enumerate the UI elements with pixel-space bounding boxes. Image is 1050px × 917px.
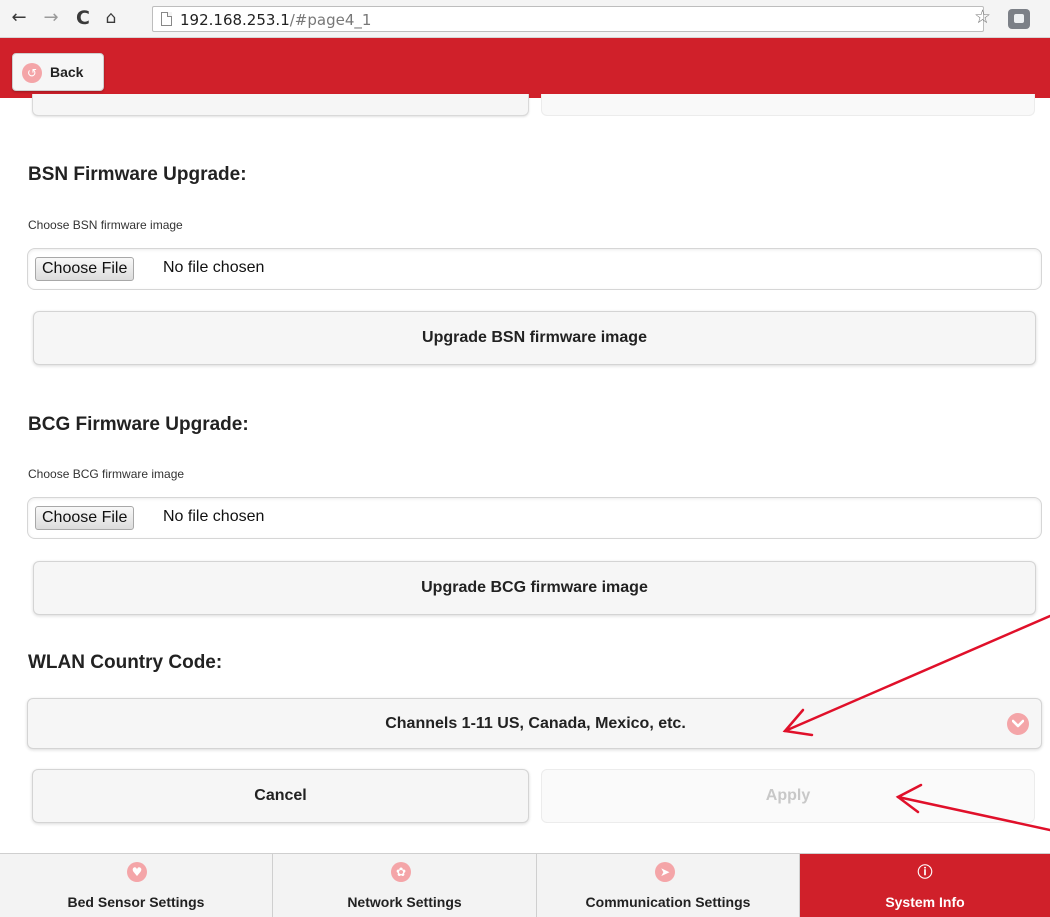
wlan-section-title: WLAN Country Code:	[28, 652, 223, 673]
tab-label: Communication Settings	[585, 894, 751, 910]
extension-icon[interactable]	[1008, 9, 1030, 29]
back-button[interactable]: ↺ Back	[12, 53, 104, 91]
bcg-choose-file-button[interactable]: Choose File	[35, 506, 135, 530]
browser-back-icon[interactable]: ←	[8, 7, 30, 29]
tab-communication-settings[interactable]: ➤ Communication Settings	[537, 854, 800, 917]
bookmark-star-icon[interactable]: ☆	[974, 6, 991, 28]
apply-button: Apply	[541, 769, 1035, 823]
tab-label: Network Settings	[347, 894, 462, 910]
back-button-label: Back	[50, 64, 84, 80]
tab-bed-sensor-settings[interactable]: ♥ Bed Sensor Settings	[0, 854, 273, 917]
url-text[interactable]: 192.168.253.1/#page4_1	[180, 11, 371, 29]
scrolled-button-left[interactable]	[32, 94, 529, 116]
scrolled-button-right	[541, 94, 1035, 116]
gear-icon: ✿	[391, 862, 411, 882]
wlan-country-select[interactable]: Channels 1-11 US, Canada, Mexico, etc.	[27, 698, 1042, 749]
bsn-file-label: Choose BSN firmware image	[28, 218, 183, 232]
navigation-icon: ➤	[655, 862, 675, 882]
bottom-tab-bar: ♥ Bed Sensor Settings ✿ Network Settings…	[0, 853, 1050, 917]
browser-forward-icon[interactable]: →	[40, 7, 62, 29]
app-header: ↺ Back	[0, 38, 1050, 98]
bsn-file-status: No file chosen	[163, 259, 265, 276]
back-arrow-icon: ↺	[22, 63, 42, 83]
url-path: /#page4_1	[289, 11, 372, 29]
browser-reload-icon[interactable]: C	[72, 7, 94, 29]
cancel-button[interactable]: Cancel	[32, 769, 529, 823]
wlan-selected-value: Channels 1-11 US, Canada, Mexico, etc.	[385, 715, 686, 732]
info-icon: ⓘ	[917, 863, 933, 881]
bcg-file-status: No file chosen	[163, 508, 265, 525]
tab-label: System Info	[885, 894, 965, 910]
heart-icon: ♥	[127, 862, 147, 882]
address-bar[interactable]: 192.168.253.1/#page4_1	[152, 6, 984, 32]
bcg-file-input[interactable]: Choose File No file chosen	[27, 497, 1042, 539]
tab-system-info[interactable]: ⓘ System Info	[800, 854, 1050, 917]
bsn-choose-file-button[interactable]: Choose File	[35, 257, 135, 281]
bsn-file-input[interactable]: Choose File No file chosen	[27, 248, 1042, 290]
bcg-section-title: BCG Firmware Upgrade:	[28, 414, 249, 435]
bsn-section-title: BSN Firmware Upgrade:	[28, 164, 247, 185]
browser-home-icon[interactable]: ⌂	[100, 7, 122, 29]
tab-label: Bed Sensor Settings	[67, 894, 205, 910]
bcg-file-label: Choose BCG firmware image	[28, 467, 185, 481]
upgrade-bcg-button[interactable]: Upgrade BCG firmware image	[33, 561, 1036, 615]
chevron-down-icon	[1007, 713, 1029, 735]
upgrade-bsn-button[interactable]: Upgrade BSN firmware image	[33, 311, 1036, 365]
browser-toolbar: ← → C ⌂ 192.168.253.1/#page4_1 ☆	[0, 0, 1050, 38]
url-host: 192.168.253.1	[180, 11, 290, 29]
page-icon	[161, 12, 172, 26]
tab-network-settings[interactable]: ✿ Network Settings	[273, 854, 537, 917]
